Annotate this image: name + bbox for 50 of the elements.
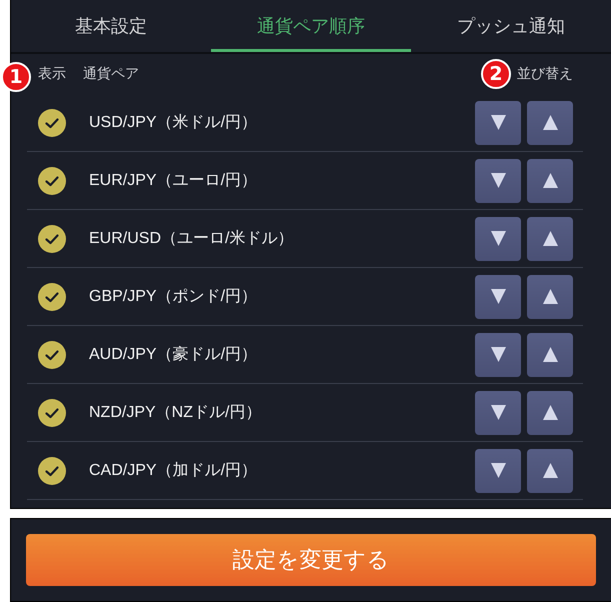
move-up-button[interactable] bbox=[527, 390, 573, 434]
move-down-button[interactable] bbox=[475, 158, 521, 202]
check-icon[interactable] bbox=[38, 340, 66, 368]
move-down-button[interactable] bbox=[475, 100, 521, 144]
tab[interactable]: プッシュ通知 bbox=[411, 0, 611, 52]
triangle-up-icon bbox=[542, 231, 558, 246]
check-icon[interactable] bbox=[38, 398, 66, 426]
currency-pair-label: USD/JPY（米ドル/円） bbox=[89, 112, 258, 133]
move-down-button[interactable] bbox=[475, 390, 521, 434]
triangle-up-icon bbox=[542, 289, 558, 304]
triangle-down-icon bbox=[490, 289, 506, 304]
move-down-button[interactable] bbox=[475, 216, 521, 260]
triangle-up-icon bbox=[542, 115, 558, 130]
move-down-button[interactable] bbox=[475, 332, 521, 376]
move-up-button[interactable] bbox=[527, 332, 573, 376]
step-marker: 2 bbox=[481, 59, 511, 89]
currency-pair-label: CAD/JPY（加ドル/円） bbox=[89, 460, 258, 481]
column-label: 並び替え bbox=[517, 65, 573, 83]
check-icon[interactable] bbox=[38, 166, 66, 194]
move-up-button[interactable] bbox=[527, 274, 573, 318]
step-marker: 1 bbox=[1, 62, 31, 92]
triangle-up-icon bbox=[542, 405, 558, 420]
triangle-up-icon bbox=[542, 173, 558, 188]
currency-pair-label: AUD/JPY（豪ドル/円） bbox=[89, 344, 258, 365]
tab[interactable]: 通貨ペア順序 bbox=[211, 0, 411, 52]
check-icon[interactable] bbox=[38, 224, 66, 252]
triangle-down-icon bbox=[490, 173, 506, 188]
move-up-button[interactable] bbox=[527, 448, 573, 492]
column-label: 通貨ペア bbox=[83, 65, 139, 83]
currency-pair-label: NZD/JPY（NZドル/円） bbox=[89, 403, 262, 423]
triangle-down-icon bbox=[490, 463, 506, 478]
move-down-button[interactable] bbox=[475, 448, 521, 492]
check-icon[interactable] bbox=[38, 108, 66, 136]
move-down-button[interactable] bbox=[475, 274, 521, 318]
column-label: 表示 bbox=[38, 65, 66, 83]
triangle-down-icon bbox=[490, 231, 506, 246]
triangle-down-icon bbox=[490, 405, 506, 420]
tab[interactable]: 基本設定 bbox=[11, 0, 211, 52]
move-up-button[interactable] bbox=[527, 158, 573, 202]
triangle-down-icon bbox=[490, 115, 506, 130]
triangle-up-icon bbox=[542, 463, 558, 478]
currency-pair-label: GBP/JPY（ポンド/円） bbox=[89, 287, 258, 307]
move-up-button[interactable] bbox=[527, 216, 573, 260]
triangle-up-icon bbox=[542, 347, 558, 362]
move-up-button[interactable] bbox=[527, 100, 573, 144]
check-icon[interactable] bbox=[38, 456, 66, 484]
currency-pair-label: EUR/USD（ユーロ/米ドル） bbox=[89, 228, 294, 249]
currency-pair-label: EUR/JPY（ユーロ/円） bbox=[89, 171, 258, 191]
triangle-down-icon bbox=[490, 347, 506, 362]
check-icon[interactable] bbox=[38, 282, 66, 310]
